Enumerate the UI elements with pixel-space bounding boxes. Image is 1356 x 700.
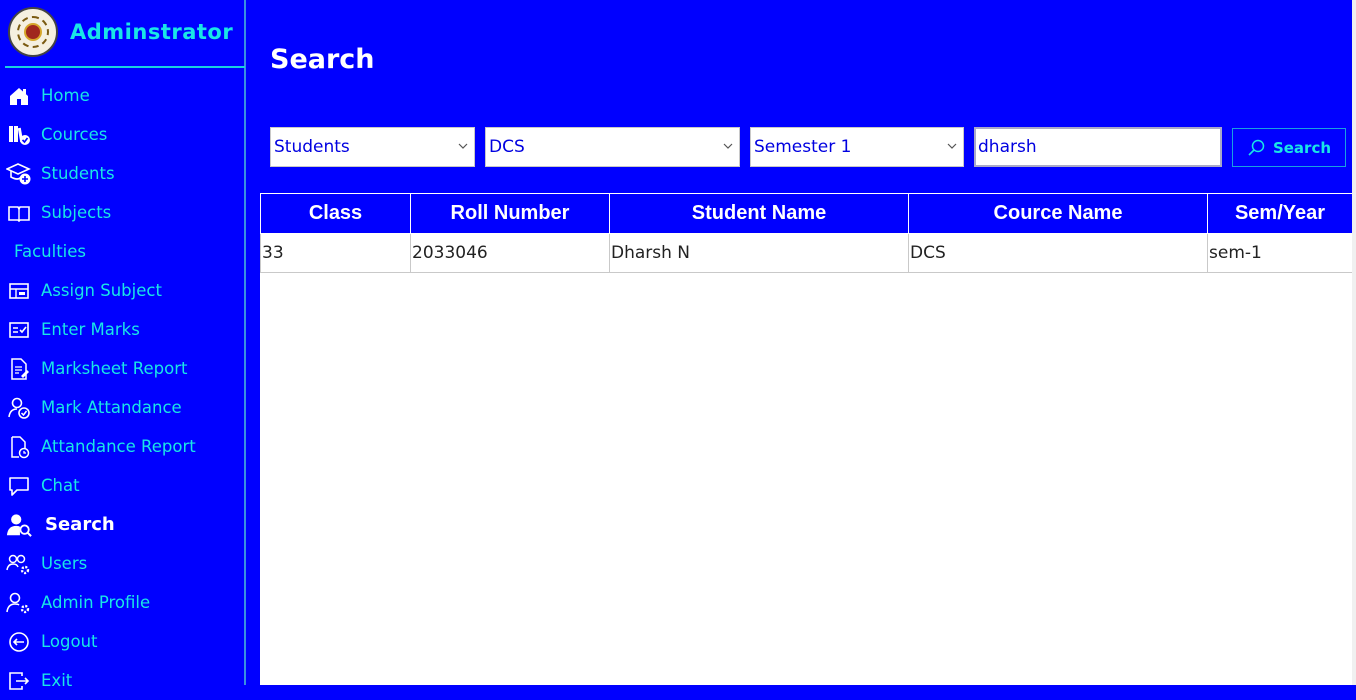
search-button[interactable]: Search: [1232, 128, 1346, 167]
institute-logo: [8, 7, 58, 57]
window-edge: [1352, 0, 1356, 685]
cell-sem-year: sem-1: [1207, 233, 1353, 273]
main-content: Search Students DCS Semester 1 Search: [246, 0, 1356, 685]
sidebar-item-courses[interactable]: Cources: [0, 115, 244, 154]
user-gear-icon: [6, 590, 32, 616]
sidebar-item-home[interactable]: Home: [0, 76, 244, 115]
sidebar-item-exit[interactable]: Exit: [0, 661, 244, 700]
search-icon: [1247, 139, 1267, 157]
logout-icon: [6, 629, 32, 655]
document-clock-icon: [6, 434, 32, 460]
sidebar-item-label: Assign Subject: [41, 281, 162, 300]
semester-select-value: Semester 1: [754, 137, 852, 157]
user-check-icon: [6, 395, 32, 421]
home-icon: [6, 83, 32, 109]
chevron-down-icon: [458, 143, 468, 149]
column-header-class[interactable]: Class: [260, 193, 411, 234]
sidebar: Adminstrator Home Cources Students Subje…: [0, 0, 246, 690]
sidebar-item-subjects[interactable]: Subjects: [0, 193, 244, 232]
cell-cource-name: DCS: [908, 233, 1208, 273]
type-select[interactable]: Students: [270, 127, 475, 167]
sidebar-item-label: Faculties: [14, 242, 87, 261]
course-select[interactable]: DCS: [485, 127, 740, 167]
sidebar-item-enter-marks[interactable]: Enter Marks: [0, 310, 244, 349]
sidebar-item-logout[interactable]: Logout: [0, 622, 244, 661]
users-gear-icon: [6, 551, 32, 577]
sidebar-nav: Home Cources Students Subjects Faculties: [0, 76, 244, 700]
column-header-student-name[interactable]: Student Name: [609, 193, 909, 234]
user-search-icon: [6, 512, 32, 538]
marks-icon: [6, 317, 32, 343]
sidebar-item-label: Attandance Report: [41, 437, 196, 456]
sidebar-item-marksheet-report[interactable]: Marksheet Report: [0, 349, 244, 388]
sidebar-item-attandance-report[interactable]: Attandance Report: [0, 427, 244, 466]
exit-icon: [6, 668, 32, 694]
sidebar-item-label: Search: [45, 514, 115, 535]
search-button-label: Search: [1272, 138, 1332, 157]
search-filters: Students DCS Semester 1 Search: [246, 127, 1352, 167]
results-table-container: Class Roll Number Student Name Cource Na…: [260, 193, 1353, 685]
sidebar-item-label: Mark Attandance: [41, 398, 182, 417]
sidebar-item-label: Cources: [41, 125, 108, 144]
sidebar-item-search[interactable]: Search: [0, 505, 244, 544]
sidebar-item-faculties[interactable]: Faculties: [0, 232, 244, 271]
sidebar-item-mark-attandance[interactable]: Mark Attandance: [0, 388, 244, 427]
sidebar-item-assign-subject[interactable]: Assign Subject: [0, 271, 244, 310]
report-icon: [6, 356, 32, 382]
brand-title: Adminstrator: [70, 20, 234, 44]
chevron-down-icon: [723, 143, 733, 149]
sidebar-item-label: Subjects: [41, 203, 112, 222]
column-header-roll-number[interactable]: Roll Number: [410, 193, 610, 234]
sidebar-item-label: Admin Profile: [41, 593, 151, 612]
courses-icon: [6, 122, 32, 148]
chat-icon: [6, 473, 32, 499]
semester-select[interactable]: Semester 1: [750, 127, 964, 167]
course-select-value: DCS: [489, 137, 525, 157]
sidebar-item-users[interactable]: Users: [0, 544, 244, 583]
sidebar-item-students[interactable]: Students: [0, 154, 244, 193]
cell-class: 33: [260, 233, 411, 273]
brand-divider: [5, 66, 245, 68]
page-title: Search: [270, 44, 375, 75]
chevron-down-icon: [947, 143, 957, 149]
assign-icon: [6, 278, 32, 304]
student-add-icon: [6, 161, 32, 187]
sidebar-item-label: Exit: [41, 671, 73, 690]
brand: Adminstrator: [8, 5, 233, 59]
sidebar-item-chat[interactable]: Chat: [0, 466, 244, 505]
table-header-row: Class Roll Number Student Name Cource Na…: [260, 193, 1353, 234]
column-header-sem-year[interactable]: Sem/Year: [1207, 193, 1353, 234]
cell-roll-number: 2033046: [410, 233, 610, 273]
sidebar-item-label: Logout: [41, 632, 98, 651]
results-table: Class Roll Number Student Name Cource Na…: [260, 193, 1353, 273]
search-input[interactable]: [974, 127, 1222, 167]
cell-student-name: Dharsh N: [609, 233, 909, 273]
sidebar-item-label: Enter Marks: [41, 320, 140, 339]
type-select-value: Students: [274, 137, 350, 157]
sidebar-item-label: Home: [41, 86, 90, 105]
table-row[interactable]: 33 2033046 Dharsh N DCS sem-1: [260, 233, 1353, 273]
sidebar-item-label: Marksheet Report: [41, 359, 188, 378]
sidebar-item-label: Students: [41, 164, 115, 183]
sidebar-item-admin-profile[interactable]: Admin Profile: [0, 583, 244, 622]
book-icon: [6, 200, 32, 226]
column-header-cource-name[interactable]: Cource Name: [908, 193, 1208, 234]
sidebar-item-label: Users: [41, 554, 88, 573]
sidebar-item-label: Chat: [41, 476, 80, 495]
